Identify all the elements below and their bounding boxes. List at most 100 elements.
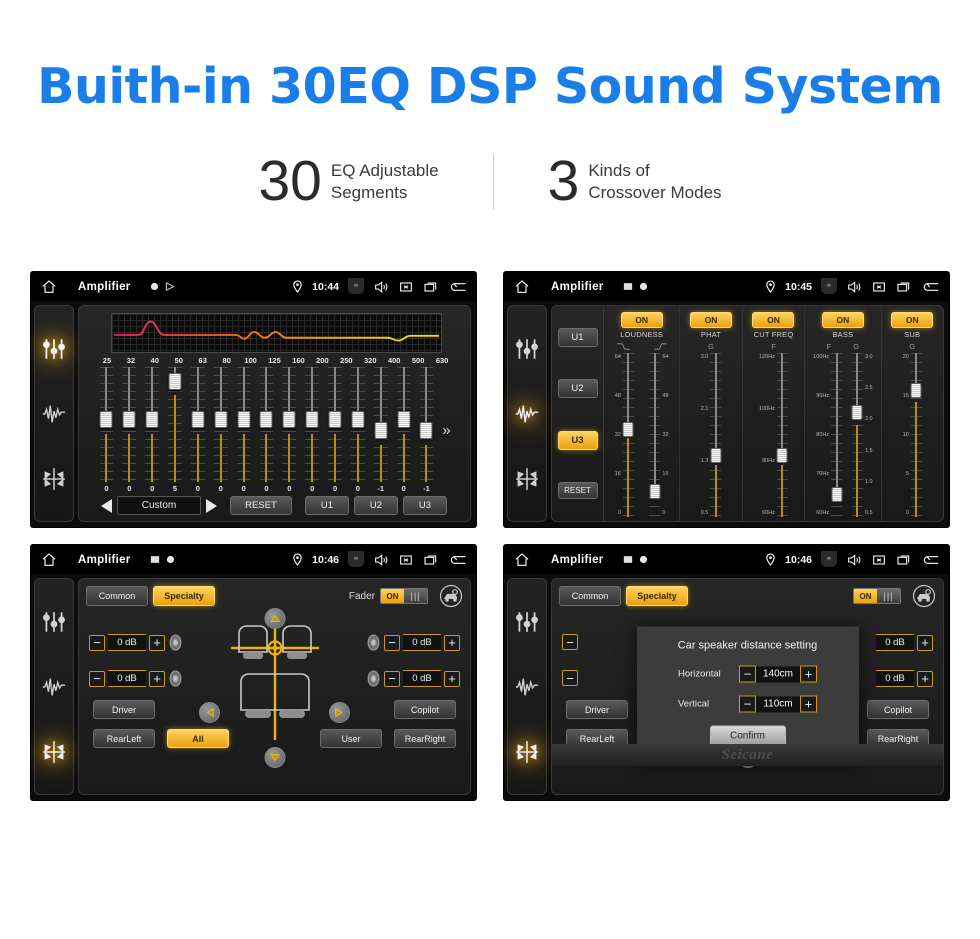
eq-slider[interactable]: 0 (278, 367, 301, 493)
position-all-button[interactable]: All (167, 729, 229, 748)
tab-specialty[interactable]: Specialty (626, 586, 688, 606)
back-icon[interactable] (921, 552, 941, 568)
volume-icon[interactable] (846, 279, 862, 295)
fader-toggle[interactable]: ON ||| (380, 588, 428, 604)
seat-position-diagram[interactable] (229, 614, 321, 746)
back-icon[interactable] (448, 279, 468, 295)
cutfreq-on-button[interactable]: ON (752, 312, 795, 328)
preset-u3-button[interactable]: U3 (557, 430, 598, 450)
decrease-button[interactable]: − (89, 670, 105, 687)
vertical-increase-button[interactable]: + (800, 695, 817, 713)
reset-button[interactable]: RESET (230, 496, 292, 515)
equalizer-icon[interactable] (514, 609, 540, 635)
loudness-slider-2[interactable]: 64 48 32 16 0 (649, 353, 669, 517)
eq-slider[interactable]: 0 (118, 367, 141, 493)
volume-icon[interactable] (373, 552, 389, 568)
close-icon[interactable] (871, 279, 887, 295)
volume-icon[interactable] (846, 552, 862, 568)
more-bands-icon[interactable]: » (442, 422, 450, 439)
vertical-decrease-button[interactable]: − (739, 695, 756, 713)
camera-icon[interactable] (348, 550, 364, 567)
balance-icon[interactable] (514, 466, 540, 492)
position-rearright-button[interactable]: RearRight (394, 729, 456, 748)
recents-icon[interactable] (423, 552, 439, 568)
close-icon[interactable] (871, 552, 887, 568)
eq-slider[interactable]: 0 (232, 367, 255, 493)
tab-specialty[interactable]: Specialty (153, 586, 215, 606)
home-icon[interactable] (514, 552, 530, 568)
fader-toggle[interactable]: ON ||| (853, 588, 901, 604)
bass-gain-slider[interactable]: 3.0 2.5 2.0 1.5 1.0 0.5 (851, 353, 873, 517)
volume-icon[interactable] (373, 279, 389, 295)
back-icon[interactable] (448, 552, 468, 568)
balance-icon[interactable] (41, 466, 67, 492)
balance-icon[interactable] (41, 739, 67, 765)
camera-icon[interactable] (821, 550, 837, 567)
horizontal-decrease-button[interactable]: − (739, 665, 756, 683)
increase-button[interactable]: + (149, 670, 165, 687)
loudness-on-button[interactable]: ON (620, 312, 663, 328)
position-driver-button[interactable]: Driver (93, 700, 155, 719)
position-user-button[interactable]: User (320, 729, 382, 748)
home-icon[interactable] (41, 279, 57, 295)
recents-icon[interactable] (896, 279, 912, 295)
eq-slider[interactable]: 0 (324, 367, 347, 493)
eq-slider[interactable]: 0 (209, 367, 232, 493)
preset-u1-button[interactable]: U1 (305, 496, 349, 515)
camera-icon[interactable] (821, 277, 837, 294)
eq-slider[interactable]: 0 (186, 367, 209, 493)
increase-button[interactable]: + (444, 634, 460, 651)
recents-icon[interactable] (423, 279, 439, 295)
recents-icon[interactable] (896, 552, 912, 568)
increase-button[interactable]: + (149, 634, 165, 651)
home-icon[interactable] (41, 552, 57, 568)
move-right-button[interactable] (329, 702, 350, 723)
camera-icon[interactable] (348, 277, 364, 294)
preset-next-button[interactable] (206, 498, 217, 513)
loudness-slider-1[interactable]: 64 48 32 16 0 (615, 353, 634, 517)
waveform-icon[interactable] (41, 401, 67, 427)
tab-common[interactable]: Common (86, 586, 148, 606)
eq-slider[interactable]: 0 (95, 367, 118, 493)
close-icon[interactable] (398, 552, 414, 568)
preset-u3-button[interactable]: U3 (403, 496, 447, 515)
close-icon[interactable] (398, 279, 414, 295)
eq-slider[interactable]: 0 (141, 367, 164, 493)
sub-on-button[interactable]: ON (891, 312, 934, 328)
horizontal-increase-button[interactable]: + (800, 665, 817, 683)
waveform-icon[interactable] (41, 674, 67, 700)
move-up-button[interactable] (264, 608, 285, 629)
decrease-button[interactable]: − (89, 634, 105, 651)
eq-slider[interactable]: -1 (415, 367, 438, 493)
phat-gain-slider[interactable]: 3.0 2.1 1.3 0.5 (701, 353, 722, 517)
eq-slider[interactable]: 5 (164, 367, 187, 493)
car-settings-icon[interactable] (912, 584, 936, 608)
equalizer-icon[interactable] (41, 336, 67, 362)
eq-slider[interactable]: -1 (369, 367, 392, 493)
preset-prev-button[interactable] (101, 498, 112, 513)
vertical-stepper[interactable]: − 110cm + (739, 695, 817, 713)
eq-slider[interactable]: 0 (392, 367, 415, 493)
equalizer-icon[interactable] (41, 609, 67, 635)
decrease-button[interactable]: − (384, 634, 400, 651)
preset-name[interactable]: Custom (117, 496, 201, 515)
preset-u2-button[interactable]: U2 (354, 496, 398, 515)
sub-gain-slider[interactable]: 20 15 10 5 0 (903, 353, 922, 517)
eq-slider[interactable]: 0 (346, 367, 369, 493)
eq-slider[interactable]: 0 (301, 367, 324, 493)
bass-on-button[interactable]: ON (821, 312, 864, 328)
balance-icon[interactable] (514, 739, 540, 765)
position-copilot-button[interactable]: Copilot (394, 700, 456, 719)
preset-u2-button[interactable]: U2 (557, 379, 598, 399)
reset-button[interactable]: RESET (557, 481, 598, 499)
increase-button[interactable]: + (444, 670, 460, 687)
waveform-icon[interactable] (514, 401, 540, 427)
car-settings-icon[interactable] (439, 584, 463, 608)
horizontal-stepper[interactable]: − 140cm + (739, 665, 817, 683)
cutfreq-slider[interactable]: 120Hz 100Hz 80Hz 60Hz (759, 353, 788, 517)
tab-common[interactable]: Common (559, 586, 621, 606)
back-icon[interactable] (921, 279, 941, 295)
decrease-button[interactable]: − (384, 670, 400, 687)
bass-freq-slider[interactable]: 100Hz 90Hz 80Hz 70Hz 60Hz (813, 353, 843, 517)
phat-on-button[interactable]: ON (690, 312, 733, 328)
